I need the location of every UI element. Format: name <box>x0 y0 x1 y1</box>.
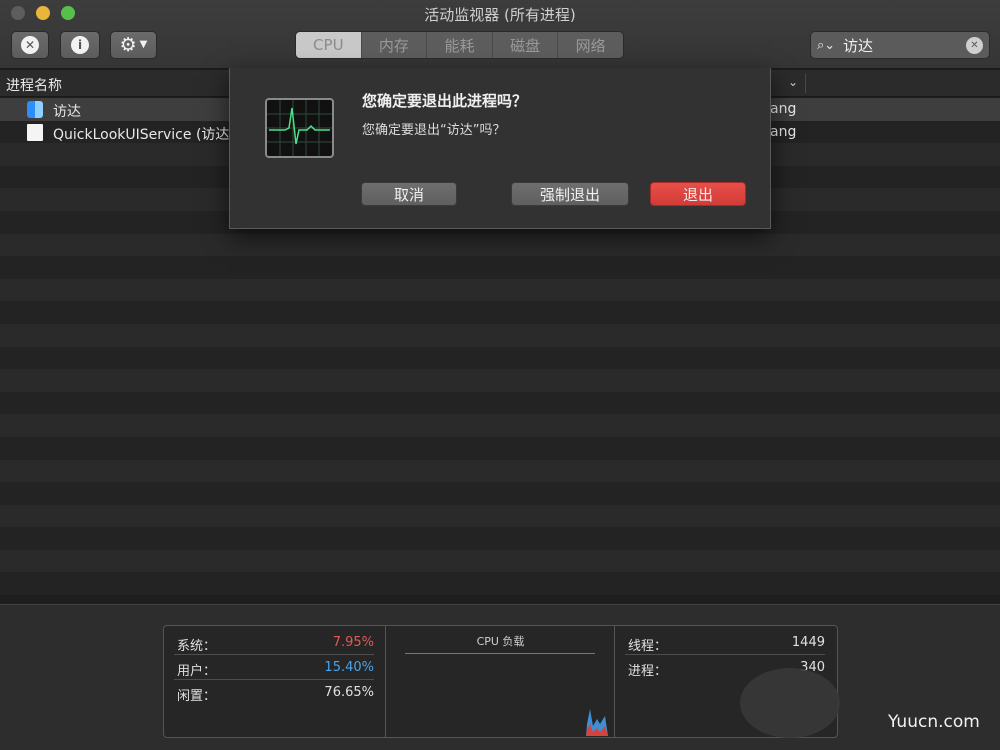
system-value: 7.95% <box>333 635 374 650</box>
clear-search-icon[interactable]: ✕ <box>966 37 983 54</box>
column-process-name[interactable]: 进程名称 <box>6 75 62 95</box>
empty-row <box>0 301 1000 324</box>
sort-chevron-icon[interactable]: ⌄ <box>788 75 798 89</box>
system-stat: 系统： 7.95% <box>174 630 374 655</box>
empty-row <box>0 256 1000 279</box>
watermark-text: Yuucn.com <box>888 712 980 732</box>
column-divider <box>805 74 806 93</box>
idle-stat: 闲置： 76.65% <box>174 680 374 705</box>
threads-stat: 线程： 1449 <box>625 630 825 655</box>
cpu-load-chart <box>386 654 615 736</box>
info-icon: i <box>71 36 89 54</box>
user-label: 用户： <box>177 660 216 679</box>
empty-row <box>0 279 1000 302</box>
stop-process-button[interactable]: ✕ <box>11 31 49 59</box>
empty-row <box>0 460 1000 483</box>
cpu-load-title: CPU 负载 <box>386 633 615 649</box>
action-menu-button[interactable]: ⚙ ▼ <box>110 31 157 59</box>
tab-disk[interactable]: 磁盘 <box>493 32 559 58</box>
quit-button[interactable]: 退出 <box>650 182 746 206</box>
search-input[interactable]: 访达 <box>843 35 966 56</box>
inspect-process-button[interactable]: i <box>60 31 100 59</box>
process-user: ang <box>770 124 796 140</box>
stats-panel: 系统： 7.95% 用户： 15.40% 闲置： 76.65% CPU 负载 线… <box>0 604 1000 750</box>
user-value: 15.40% <box>324 660 374 675</box>
empty-row <box>0 505 1000 528</box>
empty-row <box>0 414 1000 437</box>
title-bar: 活动监视器 (所有进程) ✕ i ⚙ ▼ CPU 内存 能耗 磁盘 网络 ⌕⌄ … <box>0 0 1000 69</box>
empty-row <box>0 369 1000 392</box>
process-name: 访达 <box>53 101 81 121</box>
window-title: 活动监视器 (所有进程) <box>0 4 1000 25</box>
activity-monitor-icon <box>265 98 334 158</box>
search-field[interactable]: ⌕⌄ 访达 ✕ <box>810 31 990 59</box>
force-quit-button[interactable]: 强制退出 <box>511 182 629 206</box>
tab-cpu[interactable]: CPU <box>296 32 362 58</box>
stop-icon: ✕ <box>21 36 39 54</box>
dialog-title: 您确定要退出此进程吗？ <box>362 90 527 111</box>
empty-row <box>0 324 1000 347</box>
process-name: QuickLookUIService (访达) <box>53 124 235 144</box>
watermark-blur <box>740 668 840 738</box>
tab-memory[interactable]: 内存 <box>362 32 428 58</box>
system-label: 系统： <box>177 635 216 654</box>
user-stat: 用户： 15.40% <box>174 655 374 680</box>
quit-process-dialog: 您确定要退出此进程吗？ 您确定要退出“访达”吗？ 取消 强制退出 退出 <box>229 68 771 229</box>
finder-icon <box>27 101 43 118</box>
search-icon: ⌕⌄ <box>817 38 843 53</box>
idle-value: 76.65% <box>324 685 374 700</box>
threads-value: 1449 <box>792 635 825 650</box>
empty-row <box>0 392 1000 415</box>
idle-label: 闲置： <box>177 685 216 704</box>
empty-row <box>0 482 1000 505</box>
empty-row <box>0 347 1000 370</box>
empty-row <box>0 550 1000 573</box>
threads-label: 线程： <box>628 635 667 654</box>
chevron-down-icon: ▼ <box>140 40 148 50</box>
cpu-summary: 系统： 7.95% 用户： 15.40% 闲置： 76.65% CPU 负载 线… <box>163 625 838 738</box>
empty-row <box>0 572 1000 595</box>
tab-energy[interactable]: 能耗 <box>427 32 493 58</box>
process-user: ang <box>770 101 796 117</box>
gear-icon: ⚙ <box>120 36 137 55</box>
empty-row <box>0 234 1000 257</box>
cancel-button[interactable]: 取消 <box>361 182 457 206</box>
tab-bar: CPU 内存 能耗 磁盘 网络 <box>295 31 624 59</box>
empty-row <box>0 527 1000 550</box>
processes-label: 进程： <box>628 660 667 679</box>
empty-row <box>0 437 1000 460</box>
cpu-usage-column: 系统： 7.95% 用户： 15.40% 闲置： 76.65% <box>164 626 386 737</box>
dialog-message: 您确定要退出“访达”吗？ <box>362 119 505 138</box>
cpu-load-graph: CPU 负载 <box>386 626 615 737</box>
tab-network[interactable]: 网络 <box>558 32 623 58</box>
document-icon <box>27 124 43 141</box>
